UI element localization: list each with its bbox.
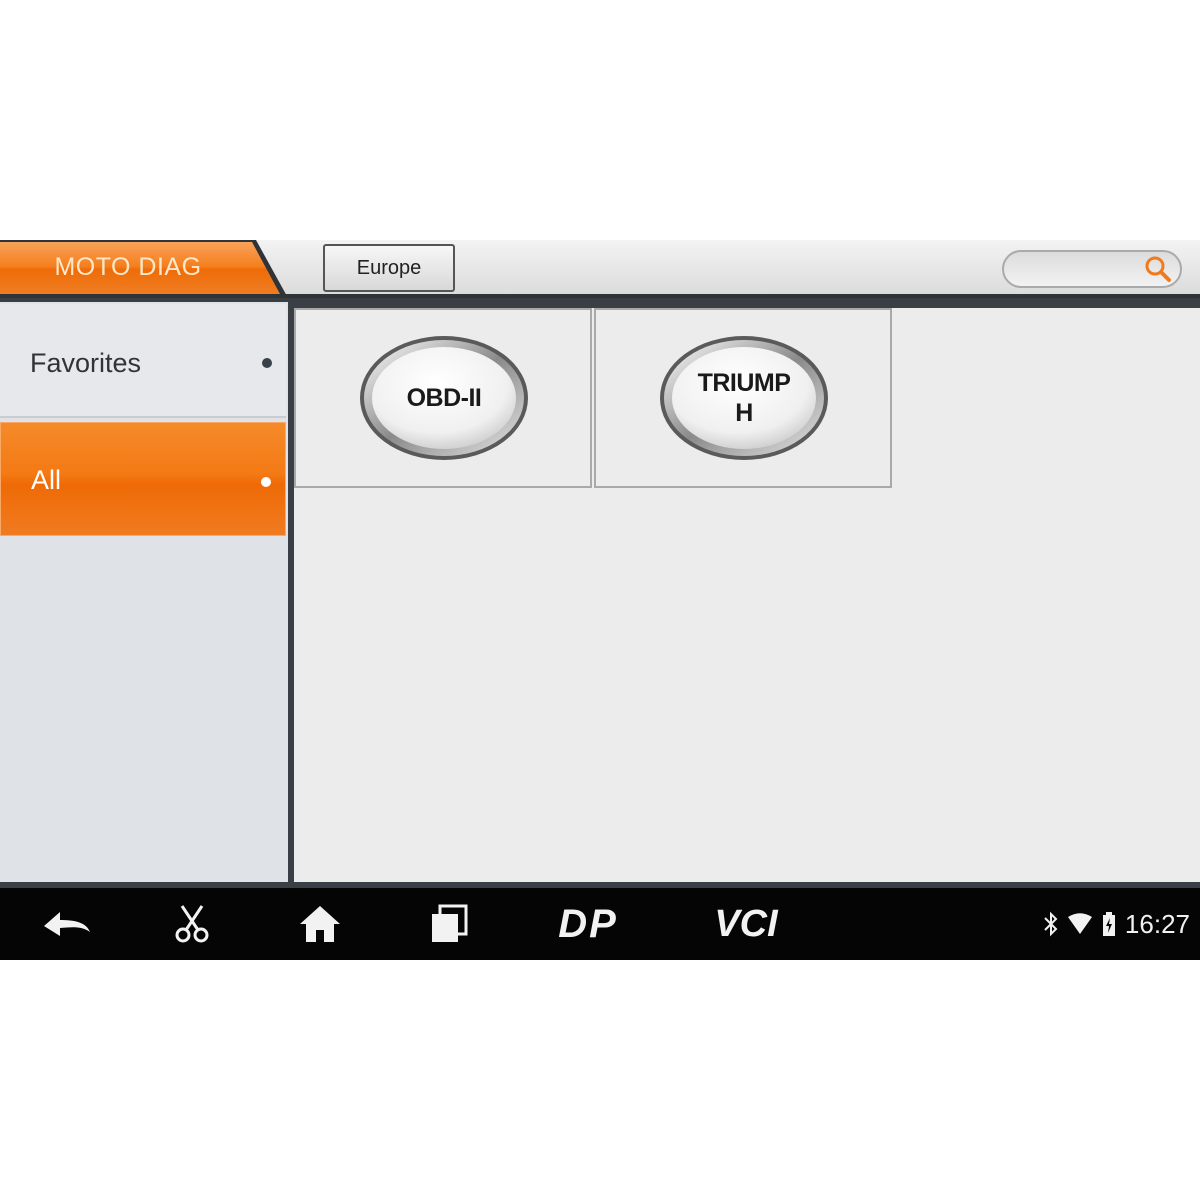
top-header: MOTO DIAG Europe	[0, 240, 1200, 298]
status-clock: 16:27	[1124, 908, 1190, 939]
back-icon	[44, 912, 90, 936]
vehicle-tile-obd2[interactable]: OBD-II	[294, 308, 592, 488]
status-area: 16:27	[1043, 888, 1190, 960]
system-navbar: DP VCI 16:27	[0, 888, 1200, 960]
wifi-icon	[1067, 913, 1092, 934]
tile-label: TRIUMP H	[658, 334, 830, 462]
sidebar-item-label: Favorites	[30, 348, 142, 378]
sidebar-item-favorites[interactable]: Favorites	[0, 304, 286, 418]
vci-button[interactable]: VCI	[704, 902, 788, 946]
obd2-badge[interactable]: OBD-II	[358, 334, 530, 462]
search-input[interactable]	[1002, 250, 1182, 288]
vehicle-grid: OBD-II TRIUMP H	[294, 308, 1200, 882]
indicator-dot-icon	[261, 477, 271, 487]
home-button[interactable]	[296, 902, 344, 946]
vehicle-tile-triumph[interactable]: TRIUMP H	[594, 308, 892, 488]
recent-apps-button[interactable]	[424, 902, 472, 946]
app-title-tab: MOTO DIAG	[0, 240, 290, 298]
battery-icon	[1102, 912, 1115, 936]
app-screen: MOTO DIAG Europe Favorites All OBD-II TR…	[0, 240, 1200, 960]
recent-apps-icon	[432, 904, 468, 942]
category-sidebar: Favorites All	[0, 302, 288, 882]
back-button[interactable]	[36, 902, 96, 946]
dp-button[interactable]: DP	[548, 902, 628, 946]
tile-label-line1: TRIUMP	[697, 369, 791, 397]
search-icon[interactable]	[1144, 255, 1172, 283]
vci-icon: VCI	[714, 902, 778, 945]
screenshot-button[interactable]	[168, 902, 216, 946]
sidebar-item-label: All	[31, 465, 62, 495]
indicator-dot-icon	[262, 358, 272, 368]
tile-label: OBD-II	[406, 384, 482, 412]
triumph-badge[interactable]: TRIUMP H	[658, 334, 830, 462]
scissors-icon	[175, 905, 209, 943]
app-title: MOTO DIAG	[54, 253, 202, 281]
bluetooth-icon	[1044, 911, 1058, 937]
region-europe-button[interactable]: Europe	[323, 244, 455, 292]
home-icon	[300, 906, 340, 942]
tile-label-line2: H	[735, 399, 753, 427]
sidebar-item-all[interactable]: All	[0, 422, 286, 536]
dp-icon: DP	[558, 901, 618, 946]
